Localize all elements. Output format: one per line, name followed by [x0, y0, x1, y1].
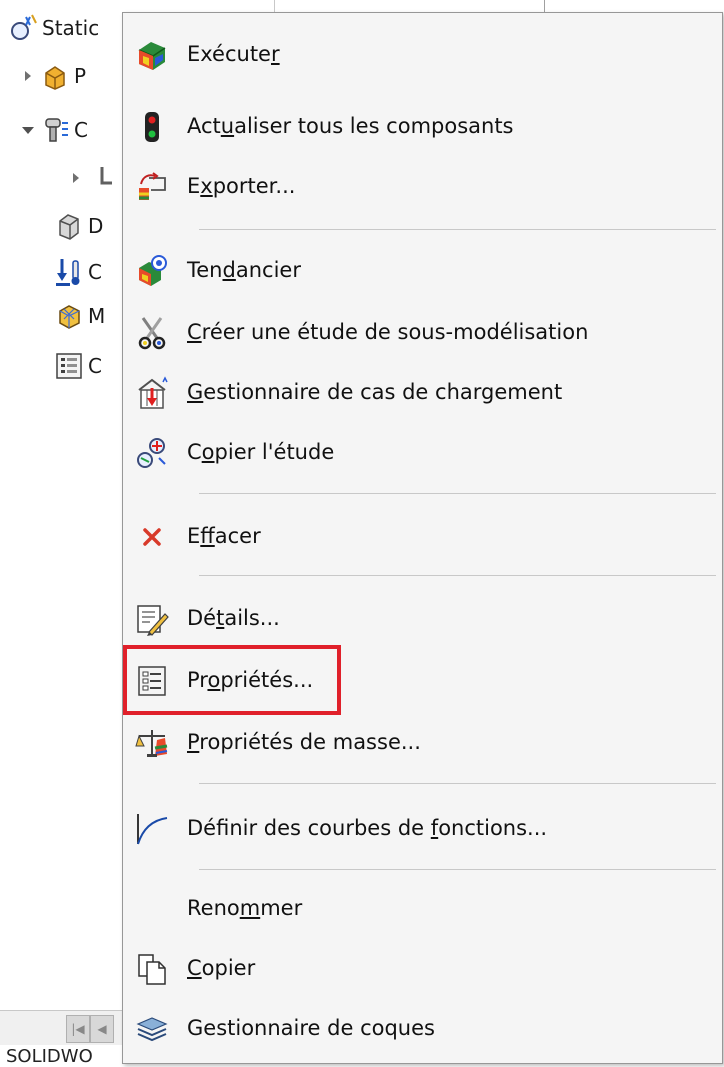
- status-bar-text: SOLIDWO: [6, 1046, 93, 1067]
- mesh-icon: [54, 301, 84, 331]
- traffic-light-icon: [135, 110, 169, 144]
- fixture-icon: [54, 211, 84, 241]
- tree-item-loads[interactable]: C: [50, 252, 102, 292]
- static-study-icon: [8, 13, 38, 43]
- shell-manager-icon: [135, 1012, 169, 1046]
- menu-item-label: Exporter...: [187, 174, 296, 198]
- menu-item-renommer[interactable]: Renommer: [123, 883, 722, 933]
- collapse-arrow-icon[interactable]: [20, 122, 36, 138]
- menu-item-label: Gestionnaire de coques: [187, 1016, 435, 1040]
- menu-item-submodel[interactable]: Créer une étude de sous-modélisation: [123, 307, 722, 357]
- menu-separator: [199, 493, 716, 494]
- tree-item-parts[interactable]: P: [20, 56, 86, 96]
- tree-item-fixtures[interactable]: D: [50, 206, 103, 246]
- mass-properties-icon: [135, 726, 169, 760]
- menu-item-function-curves[interactable]: Définir des courbes de fonctions...: [123, 803, 722, 853]
- menu-item-executer[interactable]: Exécuter: [123, 29, 722, 79]
- tree-item-label: C: [74, 118, 88, 142]
- connections-icon: [40, 115, 70, 145]
- results-list-icon: [54, 351, 84, 381]
- menu-separator: [199, 575, 716, 576]
- export-icon: [135, 170, 169, 204]
- menu-item-label: Effacer: [187, 524, 261, 548]
- trend-tracker-icon: [135, 254, 169, 288]
- scissors-icon: [135, 316, 169, 350]
- menu-item-shell-manager[interactable]: Gestionnaire de coques: [123, 1003, 722, 1053]
- tree-tab-scroller[interactable]: |◀ ◀: [0, 1010, 130, 1045]
- menu-item-details[interactable]: Détails...: [123, 593, 722, 643]
- menu-separator: [199, 783, 716, 784]
- copy-study-icon: [135, 436, 169, 470]
- menu-item-label: Propriétés de masse...: [187, 730, 421, 754]
- scroll-prev-button[interactable]: ◀: [90, 1015, 114, 1043]
- menu-item-label: Détails...: [187, 606, 280, 630]
- menu-item-mass-properties[interactable]: Propriétés de masse...: [123, 717, 722, 767]
- tree-item-connections[interactable]: C: [20, 110, 88, 150]
- menu-item-load-case-manager[interactable]: Gestionnaire de cas de chargement: [123, 367, 722, 417]
- copy-icon: [135, 952, 169, 986]
- context-menu: Exécuter Actualiser tous les composants …: [122, 12, 723, 1064]
- menu-item-label: Gestionnaire de cas de chargement: [187, 380, 563, 404]
- tree-item-label: M: [88, 304, 106, 328]
- delete-x-icon: [135, 520, 169, 554]
- highlight-box: [123, 645, 341, 715]
- scroll-first-button[interactable]: |◀: [66, 1015, 90, 1043]
- menu-item-effacer[interactable]: Effacer: [123, 511, 722, 561]
- menu-item-label: Créer une étude de sous-modélisation: [187, 320, 589, 344]
- external-loads-icon: [54, 257, 84, 287]
- load-case-manager-icon: [135, 376, 169, 410]
- bolt-icon: [88, 163, 118, 193]
- menu-item-label: Tendancier: [187, 258, 301, 282]
- tree-item-label: D: [88, 214, 104, 238]
- tree-root-study[interactable]: Static: [8, 8, 99, 48]
- menu-separator: [199, 229, 716, 230]
- tree-item-label: C: [88, 260, 102, 284]
- expand-arrow-icon[interactable]: [68, 170, 84, 186]
- menu-item-copier[interactable]: Copier: [123, 943, 722, 993]
- expand-arrow-icon[interactable]: [20, 68, 36, 84]
- menu-item-label: Copier: [187, 956, 256, 980]
- menu-item-label: Définir des courbes de fonctions...: [187, 816, 548, 840]
- parts-icon: [40, 61, 70, 91]
- tree-item-label: C: [88, 354, 102, 378]
- menu-item-actualiser[interactable]: Actualiser tous les composants: [123, 101, 722, 151]
- tree-item-mesh[interactable]: M: [50, 296, 105, 336]
- tree-item-label: P: [74, 64, 87, 88]
- menu-item-tendancier[interactable]: Tendancier: [123, 245, 722, 295]
- tree-item-sub[interactable]: [68, 158, 122, 198]
- tree-root-label: Static: [42, 16, 100, 40]
- run-study-icon: [135, 38, 169, 72]
- details-icon: [135, 602, 169, 636]
- menu-item-label: Actualiser tous les composants: [187, 114, 514, 138]
- menu-item-label: Copier l'étude: [187, 440, 335, 464]
- menu-item-label: Exécuter: [187, 42, 280, 66]
- menu-separator: [199, 869, 716, 870]
- menu-item-copy-study[interactable]: Copier l'étude: [123, 427, 722, 477]
- function-curve-icon: [135, 812, 169, 846]
- menu-item-exporter[interactable]: Exporter...: [123, 161, 722, 211]
- tree-item-results[interactable]: C: [50, 346, 102, 386]
- menu-item-label: Renommer: [187, 896, 303, 920]
